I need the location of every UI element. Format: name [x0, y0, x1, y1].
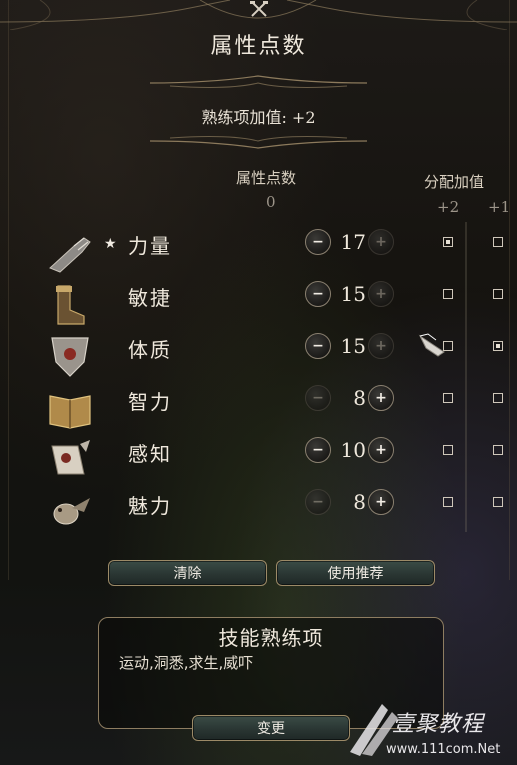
divider-ornament-top [150, 75, 367, 88]
watermark-url: www.111com.Net [386, 742, 501, 757]
plus-icon: + [375, 494, 387, 510]
skills-list: 运动,洞悉,求生,威吓 [119, 654, 254, 672]
change-button[interactable]: 变更 [192, 715, 350, 741]
plus-icon: + [375, 234, 387, 250]
plus-icon: + [375, 338, 387, 354]
scroll-icon [51, 440, 90, 475]
ability-row-constitution: 体质 − 15 + [0, 333, 517, 390]
column-plus2-label: +2 [437, 198, 460, 216]
boot-icon [56, 285, 85, 325]
ability-name: 敏捷 [128, 286, 172, 310]
plus2-checkbox[interactable] [443, 497, 453, 507]
divider-ornament-bottom [150, 136, 367, 149]
decrease-button[interactable]: − [305, 229, 331, 255]
plus1-checkbox[interactable] [493, 237, 503, 247]
ability-value: 15 [340, 334, 366, 358]
increase-button[interactable]: + [368, 437, 394, 463]
decrease-button[interactable]: − [305, 437, 331, 463]
decrease-button[interactable]: − [305, 489, 331, 515]
use-recommended-button[interactable]: 使用推荐 [276, 560, 435, 586]
plus-icon: + [375, 286, 387, 302]
ability-value: 17 [340, 230, 366, 254]
increase-button[interactable]: + [368, 229, 394, 255]
minus-icon: − [312, 390, 324, 406]
assign-bonus-header: 分配加值 [424, 173, 485, 191]
plus2-checkbox[interactable] [443, 237, 453, 247]
plus1-checkbox[interactable] [493, 445, 503, 455]
ability-name: 力量 [128, 234, 172, 258]
minus-icon: − [312, 234, 324, 250]
ability-row-charisma: 魅力 − 8 + [0, 489, 517, 546]
gauntlet-cursor-icon [418, 333, 445, 357]
proficiency-bonus: 熟练项加值: +2 [201, 108, 316, 127]
ability-name: 魅力 [128, 494, 172, 518]
ability-row-wisdom: 感知 − 10 + [0, 437, 517, 494]
decrease-button[interactable]: − [305, 333, 331, 359]
decrease-button[interactable]: − [305, 281, 331, 307]
ability-row-intelligence: 智力 − 8 + [0, 385, 517, 442]
ability-row-dexterity: 敏捷 − 15 + [0, 281, 517, 338]
ability-name: 智力 [128, 390, 172, 414]
column-plus1-label: +1 [488, 198, 511, 216]
plus2-checkbox[interactable] [443, 445, 453, 455]
minus-icon: − [312, 442, 324, 458]
ability-value: 8 [353, 490, 366, 514]
ability-value: 10 [340, 438, 366, 462]
bird-icon [53, 498, 90, 525]
minus-icon: − [312, 286, 324, 302]
points-remaining: 0 [266, 193, 276, 211]
increase-button[interactable]: + [368, 489, 394, 515]
skills-panel-title: 技能熟练项 [218, 626, 324, 650]
minus-icon: − [312, 494, 324, 510]
ability-row-strength: ★ 力量 − 17 + [0, 229, 517, 286]
plus-icon: + [375, 442, 387, 458]
plus2-checkbox[interactable] [443, 393, 453, 403]
plus-icon: + [375, 390, 387, 406]
increase-button[interactable]: + [368, 385, 394, 411]
decrease-button[interactable]: − [305, 385, 331, 411]
shield-icon [51, 337, 89, 377]
book-icon [49, 395, 91, 429]
plus2-checkbox[interactable] [443, 289, 453, 299]
plus1-checkbox[interactable] [493, 289, 503, 299]
plus1-checkbox[interactable] [493, 497, 503, 507]
ability-value: 8 [353, 386, 366, 410]
ability-value: 15 [340, 282, 366, 306]
ability-name: 体质 [128, 338, 172, 362]
plus1-checkbox[interactable] [493, 393, 503, 403]
minus-icon: − [312, 338, 324, 354]
watermark-brand: 壹聚教程 [392, 712, 485, 737]
points-header: 属性点数 [236, 169, 297, 187]
increase-button[interactable]: + [368, 281, 394, 307]
page-title: 属性点数 [210, 34, 307, 59]
primary-star-icon: ★ [104, 236, 117, 252]
increase-button[interactable]: + [368, 333, 394, 359]
clear-button[interactable]: 清除 [108, 560, 267, 586]
gauntlet-icon [49, 237, 91, 273]
plus1-checkbox[interactable] [493, 341, 503, 351]
crossed-tools-icon [250, 1, 268, 17]
ability-name: 感知 [128, 442, 172, 466]
